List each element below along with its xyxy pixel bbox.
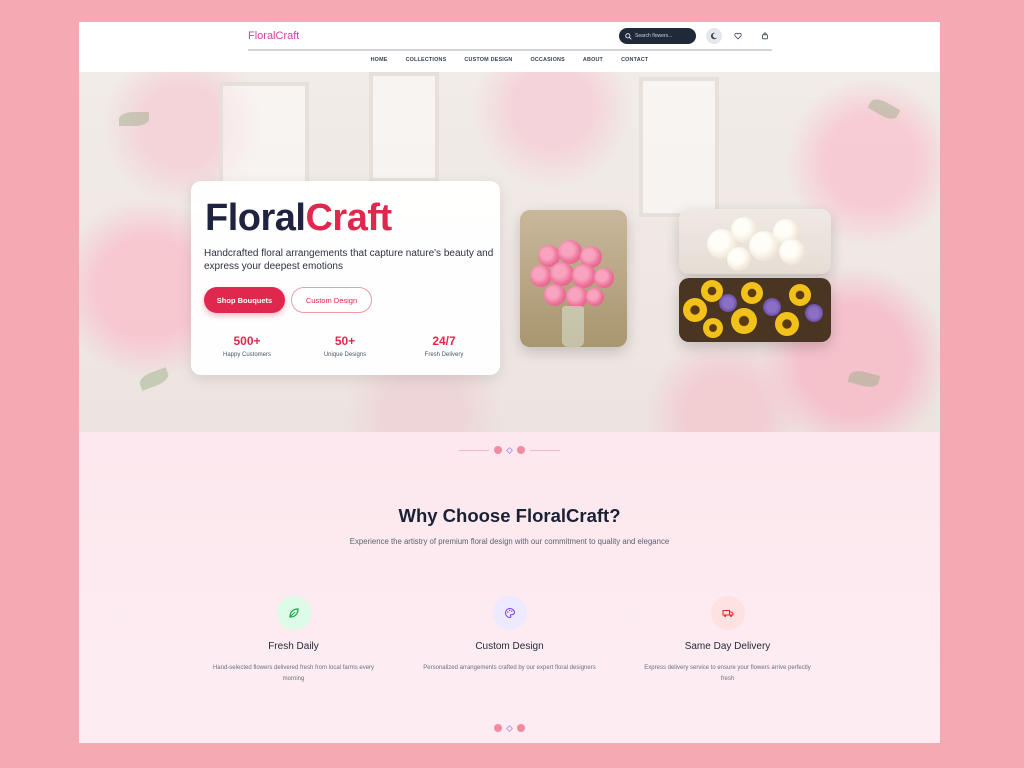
feature-fresh-daily: Fresh Daily Hand-selected flowers delive… [206,596,381,685]
theme-toggle-button[interactable] [706,28,722,44]
hero-title-part1: Floral [205,197,306,239]
stat-label: Unique Designs [323,352,367,358]
hero-title-part2: Craft [305,197,392,239]
feature-same-day-delivery: Same Day Delivery Express delivery servi… [640,596,815,685]
divider-line [459,449,489,451]
truck-icon [710,596,745,630]
features-subtitle: Experience the artistry of premium flora… [349,537,670,546]
section-divider [79,724,940,732]
rose-shape [558,240,582,264]
hero-card: FloralCraft Handcrafted floral arrangeme… [191,181,500,375]
hero-section: FloralCraft Handcrafted floral arrangeme… [79,72,940,432]
nav-item-occasions[interactable]: OCCASIONS [530,57,564,63]
diamond-ornament-icon [505,446,514,454]
section-divider [79,446,940,454]
shop-bouquets-button[interactable]: Shop Bouquets [204,287,285,313]
white-roses-photo[interactable] [679,209,831,274]
diamond-ornament-icon [505,724,514,732]
rose-shape [594,268,614,288]
rose-shape [550,262,574,286]
stat-happy-customers: 500+ Happy Customers [207,334,287,358]
sunflower-shape [775,312,799,336]
leaf-icon [276,596,311,630]
stat-value: 24/7 [432,334,456,348]
nav-item-custom-design[interactable]: CUSTOM DESIGN [464,57,512,63]
background-leaf [137,367,171,391]
background-leaf [867,95,901,123]
search-input[interactable] [635,33,693,39]
feature-title: Custom Design [475,641,544,652]
rose-shape [544,284,566,306]
flower-ornament-icon [494,446,502,454]
rose-shape [566,286,588,308]
hero-subtitle: Handcrafted floral arrangements that cap… [204,248,494,272]
logo[interactable]: FloralCraft [248,30,299,42]
background-leaf [119,112,149,126]
stat-unique-designs: 50+ Unique Designs [305,334,385,358]
background-window [369,72,439,182]
search-icon [625,27,632,45]
site-header: FloralCraft HOME COLLECTIONS [79,22,940,72]
features-section: Why Choose FloralCraft? Experience the a… [79,432,940,743]
sunflower-shape [703,318,723,338]
rose-shape [586,288,604,306]
background-leaf [847,368,881,390]
main-nav: HOME COLLECTIONS CUSTOM DESIGN OCCASIONS… [79,57,940,63]
moon-icon [710,27,718,45]
flower-ornament-icon [494,724,502,732]
nav-item-contact[interactable]: CONTACT [621,57,648,63]
stat-label: Happy Customers [222,352,272,358]
page-frame: FloralCraft HOME COLLECTIONS [79,22,940,743]
bag-icon [761,27,769,45]
palette-icon [492,596,527,630]
vase-shape [562,306,584,347]
nav-item-about[interactable]: ABOUT [583,57,603,63]
purple-flower-shape [719,294,737,312]
heart-icon [734,27,742,45]
nav-item-collections[interactable]: COLLECTIONS [406,57,447,63]
stat-fresh-delivery: 24/7 Fresh Delivery [404,334,484,358]
wishlist-button[interactable] [730,28,746,44]
rose-shape [530,265,552,287]
rose-shape [572,264,596,288]
search-box[interactable] [619,28,696,44]
pink-roses-photo[interactable] [520,210,627,347]
feature-title: Same Day Delivery [684,641,771,652]
sunflower-shape [789,284,811,306]
header-divider [248,49,772,51]
stat-value: 500+ [233,334,261,348]
stat-label: Fresh Delivery [424,352,464,358]
sunflower-shape [683,298,707,322]
purple-flower-shape [805,304,823,322]
stat-value: 50+ [334,334,356,348]
feature-description: Personalized arrangements crafted by our… [423,665,596,671]
feature-title: Fresh Daily [268,641,319,652]
purple-flower-shape [763,298,781,316]
feature-description: Hand-selected flowers delivered fresh fr… [212,665,375,682]
background-window [639,77,719,217]
custom-design-button[interactable]: Custom Design [291,287,372,313]
flower-ornament-icon [517,446,525,454]
features-title: Why Choose FloralCraft? [398,505,621,526]
cart-button[interactable] [757,28,773,44]
nav-item-home[interactable]: HOME [371,57,388,63]
feature-description: Express delivery service to ensure your … [644,665,811,682]
hero-title: FloralCraft [205,196,392,240]
white-rose-shape [779,239,805,265]
sunflowers-photo[interactable] [679,278,831,342]
white-rose-shape [727,247,751,271]
sunflower-shape [731,308,757,334]
flower-ornament-icon [517,724,525,732]
feature-custom-design: Custom Design Personalized arrangements … [422,596,597,674]
sunflower-shape [741,282,763,304]
divider-line [530,449,560,451]
